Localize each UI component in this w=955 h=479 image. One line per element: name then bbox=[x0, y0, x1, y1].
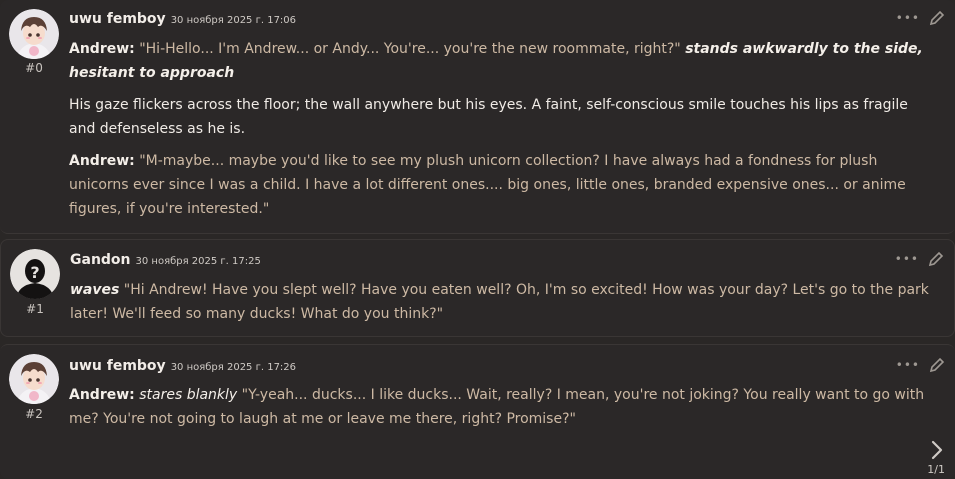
ellipsis-icon[interactable]: ••• bbox=[895, 252, 919, 266]
message-paragraph: Andrew: "M-maybe... maybe you'd like to … bbox=[69, 149, 929, 221]
pencil-icon[interactable] bbox=[928, 251, 944, 267]
action-text: stares blankly bbox=[139, 387, 238, 403]
message-actions: ••• bbox=[896, 10, 945, 26]
avatar[interactable]: ? bbox=[10, 249, 60, 299]
ellipsis-icon[interactable]: ••• bbox=[896, 11, 920, 25]
dialogue-quote: "M-maybe... maybe you'd like to see my p… bbox=[69, 153, 906, 217]
message-paragraph: Andrew: "Hi-Hello... I'm Andrew... or An… bbox=[69, 37, 929, 85]
dialogue-quote: "Hi-Hello... I'm Andrew... or Andy... Yo… bbox=[139, 41, 681, 57]
message-index: #0 bbox=[25, 61, 43, 75]
author-label: uwu femboy bbox=[69, 11, 166, 27]
dialogue-quote: "Hi Andrew! Have you slept well? Have yo… bbox=[70, 282, 929, 322]
silhouette-avatar-icon: ? bbox=[10, 249, 60, 299]
chat-message: #2 uwu femboy 30 ноября 2025 г. 17:26 •••… bbox=[0, 344, 955, 479]
speaker-label: Andrew: bbox=[69, 387, 135, 403]
author-name[interactable]: uwu femboy 30 ноября 2025 г. 17:26 bbox=[69, 358, 296, 374]
svg-text:?: ? bbox=[30, 263, 39, 282]
speaker-label: Andrew: bbox=[69, 153, 135, 169]
chat-message: ? #1 Gandon 30 ноября 2025 г. 17:25 ••• w… bbox=[0, 239, 955, 337]
pager-label: 1/1 bbox=[927, 463, 945, 476]
pencil-icon[interactable] bbox=[929, 10, 945, 26]
message-index: #1 bbox=[26, 302, 44, 316]
timestamp: 30 ноября 2025 г. 17:06 bbox=[170, 15, 297, 26]
ellipsis-icon[interactable]: ••• bbox=[896, 358, 920, 372]
chevron-right-icon[interactable] bbox=[929, 440, 945, 460]
avatar[interactable] bbox=[9, 354, 59, 404]
avatar[interactable] bbox=[9, 9, 59, 59]
anime-boy-avatar-icon bbox=[9, 9, 59, 59]
message-paragraph: waves "Hi Andrew! Have you slept well? H… bbox=[70, 278, 930, 326]
message-paragraph: Andrew: stares blankly "Y-yeah... ducks.… bbox=[69, 383, 929, 431]
author-name[interactable]: Gandon 30 ноября 2025 г. 17:25 bbox=[70, 252, 261, 268]
message-index: #2 bbox=[25, 407, 43, 421]
author-label: Gandon bbox=[70, 252, 131, 268]
message-actions: ••• bbox=[896, 357, 945, 373]
speaker-label: Andrew: bbox=[69, 41, 135, 57]
pencil-icon[interactable] bbox=[929, 357, 945, 373]
anime-boy-avatar-icon bbox=[9, 354, 59, 404]
message-actions: ••• bbox=[895, 251, 944, 267]
narration-paragraph: His gaze flickers across the floor; the … bbox=[69, 97, 908, 137]
timestamp: 30 ноября 2025 г. 17:26 bbox=[170, 362, 297, 373]
author-label: uwu femboy bbox=[69, 358, 166, 374]
chat-message: #0 uwu femboy 30 ноября 2025 г. 17:06 •••… bbox=[0, 0, 955, 234]
timestamp: 30 ноября 2025 г. 17:25 bbox=[135, 256, 261, 267]
author-name[interactable]: uwu femboy 30 ноября 2025 г. 17:06 bbox=[69, 11, 296, 27]
action-text: waves bbox=[70, 282, 120, 298]
